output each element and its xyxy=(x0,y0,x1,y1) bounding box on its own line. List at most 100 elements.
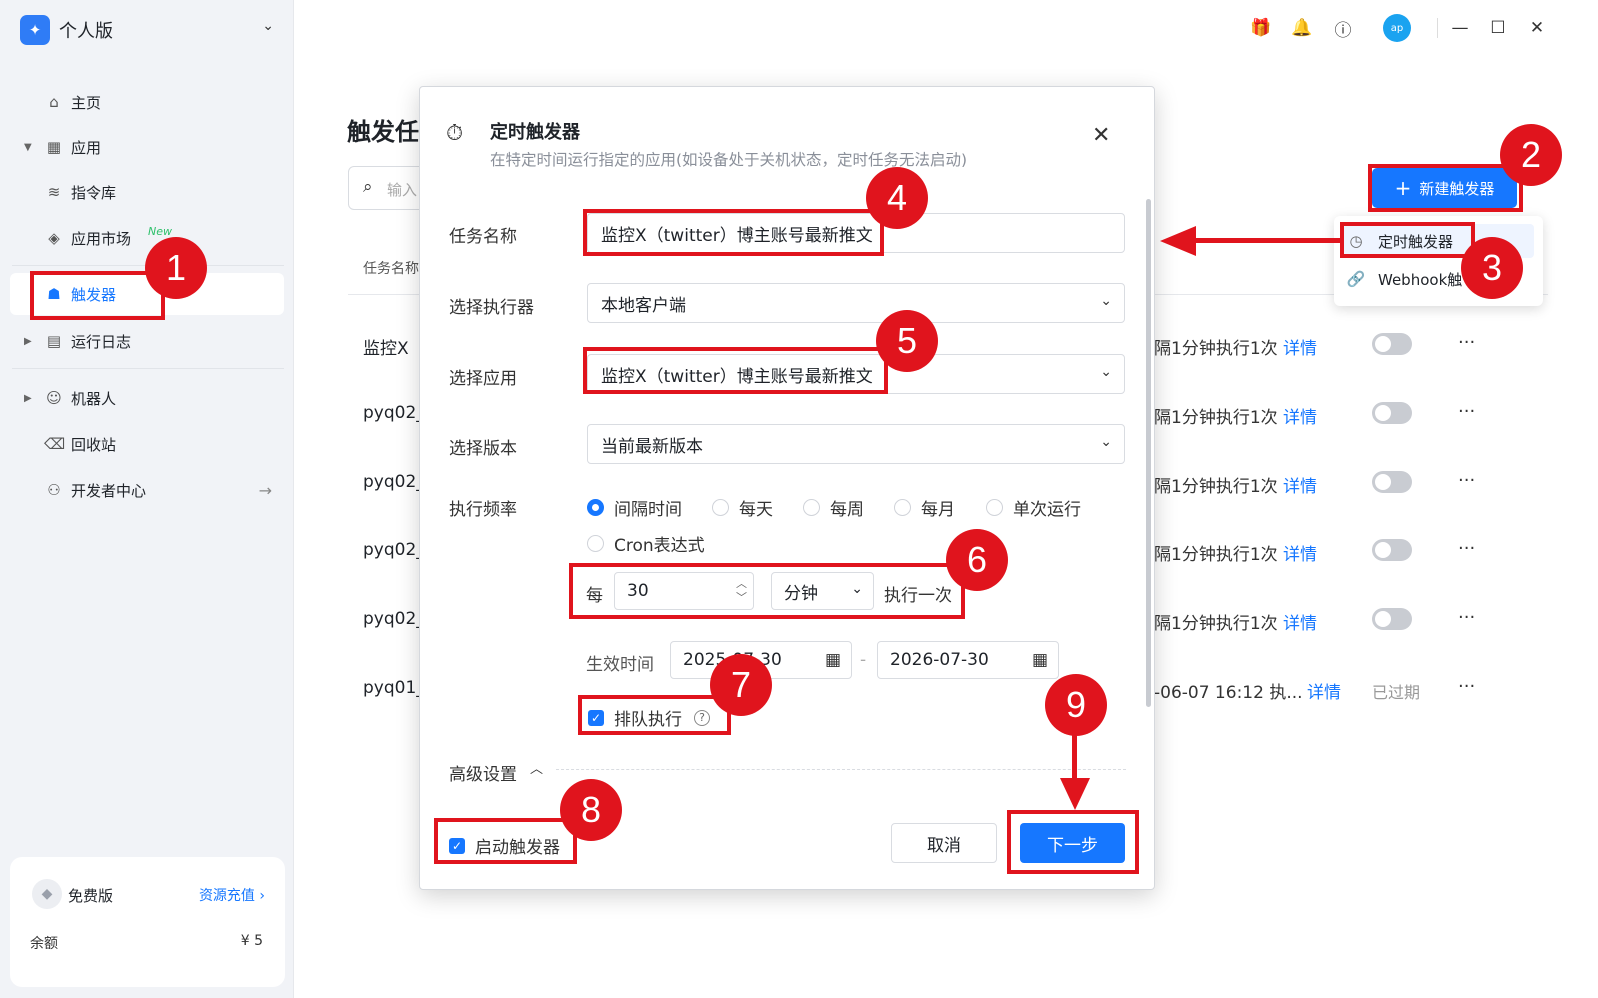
radio-label: 间隔时间 xyxy=(614,500,682,520)
sidebar-item-run-logs[interactable]: ▶ ▤ 运行日志 xyxy=(10,320,284,362)
sidebar-item-robots[interactable]: ▶ ☺ 机器人 xyxy=(10,377,284,419)
more-icon[interactable]: ··· xyxy=(1458,401,1475,422)
chevron-down-icon: ⌄ xyxy=(1100,293,1112,309)
chevron-down-icon: ⌄ xyxy=(262,18,274,34)
version-select[interactable]: 当前最新版本 ⌄ xyxy=(587,424,1125,464)
annotation-box xyxy=(30,271,165,320)
new-badge: New xyxy=(148,225,172,238)
help-icon[interactable]: ⓘ xyxy=(1331,16,1355,41)
more-icon[interactable]: ··· xyxy=(1458,470,1475,491)
enable-toggle[interactable] xyxy=(1372,608,1412,630)
balance-label: 余额 xyxy=(30,936,58,952)
trash-icon: ⌫ xyxy=(44,435,66,453)
sidebar-item-developer-center[interactable]: ⚇ 开发者中心 → xyxy=(10,469,284,511)
version-value: 当前最新版本 xyxy=(601,436,703,457)
divider xyxy=(1437,18,1438,38)
sidebar-item-label: 应用 xyxy=(71,138,102,157)
detail-link[interactable]: 详情 xyxy=(1283,403,1317,428)
close-icon[interactable]: ✕ xyxy=(1092,123,1110,148)
annotation-box xyxy=(434,818,577,864)
market-icon: ◈ xyxy=(48,229,60,247)
more-icon[interactable]: ··· xyxy=(1458,676,1475,697)
enable-toggle[interactable] xyxy=(1372,402,1412,424)
table-row-frequency: -06-07 16:12 执... xyxy=(1154,683,1303,703)
annotation-number: 7 xyxy=(710,654,772,716)
advanced-settings-toggle[interactable]: 高级设置 xyxy=(449,760,517,785)
annotation-arrow-shaft xyxy=(1192,238,1342,243)
sidebar-item-label: 主页 xyxy=(71,93,102,112)
chevron-down-icon: ⌄ xyxy=(1100,364,1112,380)
recharge-link[interactable]: 资源充值 › xyxy=(199,885,265,905)
gift-icon[interactable]: 🎁 xyxy=(1249,16,1273,40)
sidebar-item-apps[interactable]: ▼ ▦ 应用 xyxy=(10,126,284,168)
table-row-frequency: 隔1分钟执行1次 xyxy=(1154,339,1278,359)
table-row-name: pyq02_ xyxy=(363,472,425,492)
radio-label: Cron表达式 xyxy=(614,536,705,556)
app-logo-icon: ✦ xyxy=(20,15,50,45)
minimize-icon[interactable]: — xyxy=(1448,16,1472,40)
caret-down-icon: ▼ xyxy=(24,141,32,153)
enable-toggle[interactable] xyxy=(1372,471,1412,493)
radio-dot xyxy=(587,535,604,552)
workspace-switcher[interactable]: ✦ 个人版 ⌄ xyxy=(20,14,282,46)
column-header-task-name: 任务名称 xyxy=(363,261,419,277)
chevron-down-icon: ⌄ xyxy=(1100,434,1112,450)
calendar-icon: ▦ xyxy=(824,650,841,670)
detail-link[interactable]: 详情 xyxy=(1283,472,1317,497)
more-icon[interactable]: ··· xyxy=(1458,538,1475,559)
bell-icon[interactable]: 🔔 xyxy=(1290,16,1314,40)
sidebar-item-app-market[interactable]: ◈ 应用市场 New xyxy=(10,217,284,259)
balance-value: ¥ 5 xyxy=(240,933,263,949)
app-label: 选择应用 xyxy=(449,369,517,389)
scrollbar[interactable] xyxy=(1146,199,1151,707)
annotation-arrowhead-left-icon xyxy=(1160,226,1196,256)
executor-value: 本地客户端 xyxy=(601,295,686,316)
timed-trigger-dialog: ⏱ 定时触发器 在特定时间运行指定的应用(如设备处于关机状态，定时任务无法启动)… xyxy=(419,86,1155,890)
more-icon[interactable]: ··· xyxy=(1458,607,1475,628)
annotation-arrowhead-down-icon xyxy=(1060,778,1090,810)
sidebar-item-label: 运行日志 xyxy=(71,332,132,351)
annotation-number: 8 xyxy=(560,779,622,841)
radio-monthly[interactable]: 每月 xyxy=(894,495,955,520)
detail-link[interactable]: 详情 xyxy=(1283,609,1317,634)
radio-weekly[interactable]: 每周 xyxy=(803,495,864,520)
workspace-name: 个人版 xyxy=(59,21,113,42)
table-row-frequency: 隔1分钟执行1次 xyxy=(1154,545,1278,565)
version-label: 选择版本 xyxy=(449,439,517,459)
detail-link[interactable]: 详情 xyxy=(1307,678,1341,703)
developer-icon: ⚇ xyxy=(47,481,61,499)
sidebar-item-command-library[interactable]: ≋ 指令库 xyxy=(10,171,284,213)
executor-select[interactable]: 本地客户端 ⌄ xyxy=(587,283,1125,323)
end-date-picker[interactable]: 2026-07-30 ▦ xyxy=(877,641,1059,679)
detail-link[interactable]: 详情 xyxy=(1283,334,1317,359)
cancel-button[interactable]: 取消 xyxy=(891,823,997,863)
radio-cron[interactable]: Cron表达式 xyxy=(587,531,705,556)
radio-dot xyxy=(894,499,911,516)
radio-label: 单次运行 xyxy=(1013,500,1081,520)
chevron-up-icon[interactable]: ︿ xyxy=(530,758,543,777)
detail-link[interactable]: 详情 xyxy=(1283,540,1317,565)
annotation-box xyxy=(583,347,888,394)
apps-icon: ▦ xyxy=(46,138,62,156)
radio-daily[interactable]: 每天 xyxy=(712,495,773,520)
diamond-icon: ◆ xyxy=(32,879,62,909)
search-placeholder: 输入 xyxy=(387,181,418,199)
table-row-frequency: 隔1分钟执行1次 xyxy=(1154,477,1278,497)
sidebar-item-recycle-bin[interactable]: ⌫ 回收站 xyxy=(10,423,284,465)
radio-dot xyxy=(803,499,820,516)
close-window-icon[interactable]: ✕ xyxy=(1525,16,1549,40)
enable-toggle[interactable] xyxy=(1372,539,1412,561)
radio-dot xyxy=(712,499,729,516)
sidebar-item-home[interactable]: ⌂ 主页 xyxy=(10,81,284,123)
divider xyxy=(556,769,1126,770)
maximize-icon[interactable]: ☐ xyxy=(1486,16,1510,40)
enable-toggle[interactable] xyxy=(1372,333,1412,355)
frequency-label: 执行频率 xyxy=(449,500,517,520)
radio-label: 每月 xyxy=(921,500,955,520)
radio-once[interactable]: 单次运行 xyxy=(986,495,1081,520)
radio-interval[interactable]: 间隔时间 xyxy=(587,495,682,520)
arrow-right-icon: → xyxy=(258,480,272,500)
avatar[interactable]: ap xyxy=(1383,14,1411,42)
more-icon[interactable]: ··· xyxy=(1458,332,1475,353)
caret-right-icon: ▶ xyxy=(24,392,32,404)
